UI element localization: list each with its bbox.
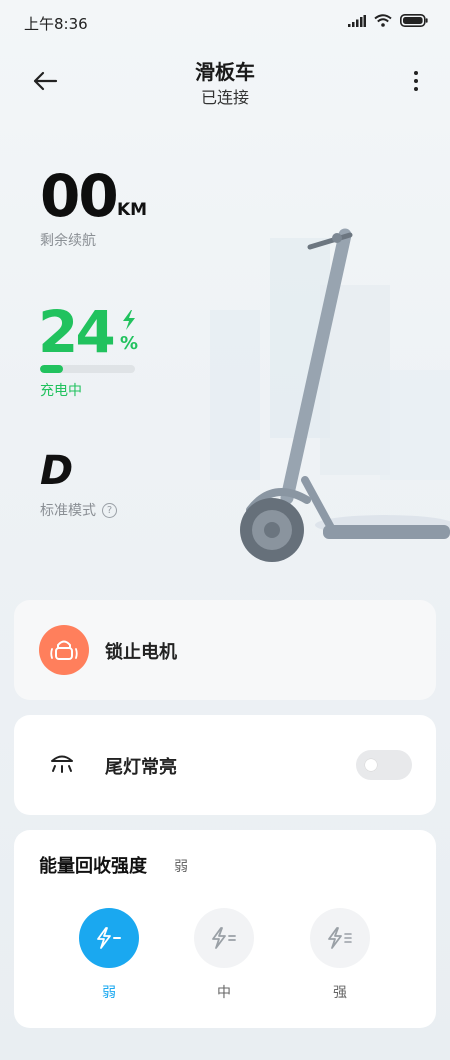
regen-strong-label: 强	[333, 985, 347, 1001]
riding-mode-label-row[interactable]: 标准模式 ?	[40, 500, 117, 520]
bolt-equal-icon	[212, 927, 236, 949]
connection-status: 已连接	[200, 88, 249, 107]
status-bar: 上午8:36	[0, 0, 450, 48]
regen-weak-button[interactable]	[79, 908, 139, 968]
range-unit: KM	[117, 200, 148, 220]
bolt-triple-bar-icon	[328, 927, 352, 949]
more-dot-icon	[414, 71, 418, 75]
bolt-minus-icon	[97, 927, 121, 949]
regen-weak-label: 弱	[102, 985, 116, 1001]
toggle-knob	[365, 759, 377, 771]
battery-progress-fill	[40, 365, 63, 373]
scooter-illustration	[210, 228, 450, 562]
regen-medium-button[interactable]	[194, 908, 254, 968]
energy-recovery-title: 能量回收强度	[39, 856, 147, 877]
tail-light-icon	[48, 751, 76, 779]
riding-mode-value: D	[40, 448, 74, 494]
energy-recovery-card: 能量回收强度 弱 弱 中 强	[14, 830, 436, 1028]
header: 滑板车 已连接	[0, 52, 450, 112]
regen-strong-button[interactable]	[310, 908, 370, 968]
lock-icon-badge	[39, 625, 89, 675]
dashboard-hero: 00 KM 剩余续航 24 % 充电中 D 标准模式 ?	[0, 140, 450, 580]
battery-progress-bar	[40, 365, 135, 373]
lock-icon	[50, 640, 78, 660]
battery-percent-sign: %	[120, 333, 139, 354]
regen-option-strong[interactable]: 强	[310, 908, 370, 1002]
more-dot-icon	[414, 87, 418, 91]
page-title: 滑板车	[195, 60, 255, 84]
range-label: 剩余续航	[40, 233, 96, 249]
regen-medium-label: 中	[217, 985, 231, 1001]
signal-icon	[348, 14, 366, 27]
wifi-icon	[374, 14, 392, 27]
lock-motor-label: 锁止电机	[105, 642, 177, 663]
tail-light-label: 尾灯常亮	[105, 757, 177, 778]
more-options-button[interactable]	[406, 66, 426, 96]
status-time: 上午8:36	[24, 15, 88, 33]
status-icons	[348, 14, 428, 27]
charging-bolt-icon	[123, 310, 135, 330]
help-icon[interactable]: ?	[102, 502, 117, 518]
range-value: 00	[40, 162, 119, 230]
regen-option-medium[interactable]: 中	[194, 908, 254, 1002]
riding-mode-label: 标准模式	[40, 503, 96, 519]
lock-motor-card[interactable]: 锁止电机	[14, 600, 436, 700]
tail-light-card: 尾灯常亮	[14, 715, 436, 815]
battery-status-icon	[400, 14, 428, 27]
tail-light-toggle[interactable]	[356, 750, 412, 780]
more-dot-icon	[414, 79, 418, 83]
energy-recovery-current-level: 弱	[174, 859, 188, 875]
regen-option-weak[interactable]: 弱	[79, 908, 139, 1002]
charging-status: 充电中	[40, 383, 82, 399]
battery-value: 24	[38, 298, 116, 366]
